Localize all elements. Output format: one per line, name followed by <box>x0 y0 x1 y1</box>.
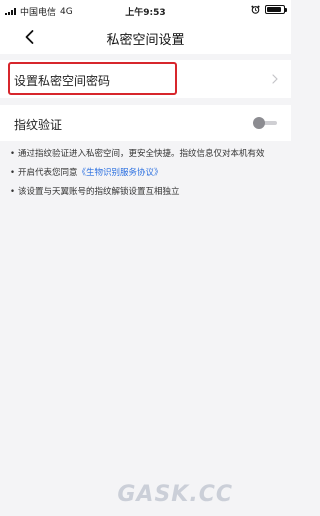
watermark: GASK.CC <box>117 482 233 507</box>
note-text: 开启代表您同意《生物识别服务协议》 <box>18 168 163 179</box>
bullet: • <box>10 187 16 197</box>
status-time: 上午9:53 <box>125 8 166 18</box>
fingerprint-toggle[interactable] <box>251 116 277 130</box>
battery-level <box>267 7 282 12</box>
notes-section: • 通过指纹验证进入私密空间，更安全快捷。指纹信息仅对本机有效 • 开启代表您同… <box>10 149 282 206</box>
status-bar: 中国电信 4G 上午9:53 <box>0 0 291 20</box>
fingerprint-row: 指纹验证 <box>0 105 291 141</box>
fingerprint-label: 指纹验证 <box>14 118 63 132</box>
note-item: • 通过指纹验证进入私密空间，更安全快捷。指纹信息仅对本机有效 <box>10 149 282 160</box>
battery-icon <box>265 5 287 14</box>
note-text: 通过指纹验证进入私密空间，更安全快捷。指纹信息仅对本机有效 <box>18 149 265 159</box>
status-right <box>251 5 287 14</box>
chevron-right-icon <box>272 74 278 84</box>
bullet: • <box>10 149 16 159</box>
nav-bar: 私密空间设置 <box>0 20 291 54</box>
bullet: • <box>10 168 16 178</box>
note-item: • 该设置与天翼账号的指纹解锁设置互相独立 <box>10 187 282 198</box>
toggle-knob <box>253 117 265 129</box>
back-arrow-icon[interactable] <box>20 27 40 47</box>
alarm-icon <box>251 5 260 14</box>
note-item: • 开启代表您同意《生物识别服务协议》 <box>10 168 282 179</box>
page-title: 私密空间设置 <box>106 33 185 48</box>
biometric-agreement-link[interactable]: 《生物识别服务协议》 <box>78 168 163 178</box>
note-text: 该设置与天翼账号的指纹解锁设置互相独立 <box>18 187 180 197</box>
set-private-password-row[interactable]: 设置私密空间密码 <box>0 60 291 98</box>
set-password-label: 设置私密空间密码 <box>14 74 111 88</box>
agreement-prefix: 开启代表您同意 <box>18 168 78 178</box>
